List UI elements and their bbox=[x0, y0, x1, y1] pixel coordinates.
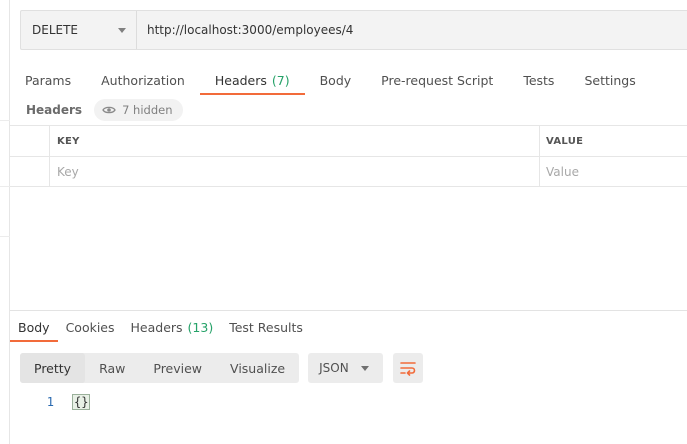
tab-label: Headers bbox=[214, 72, 267, 88]
line-number: 1 bbox=[46, 395, 54, 409]
tab-body[interactable]: Body bbox=[305, 66, 367, 94]
tab-label: Params bbox=[25, 72, 72, 88]
view-preview-button[interactable]: Preview bbox=[139, 353, 216, 383]
tab-label: Pre-request Script bbox=[381, 72, 494, 88]
button-label: Visualize bbox=[230, 360, 286, 376]
headers-table: KEY VALUE Key Value bbox=[10, 125, 687, 187]
tab-settings[interactable]: Settings bbox=[569, 66, 650, 94]
gutter-line bbox=[0, 120, 10, 121]
response-json-content: {} bbox=[71, 394, 91, 410]
table-row: Key Value bbox=[10, 156, 687, 187]
left-gutter bbox=[0, 0, 10, 444]
column-label: KEY bbox=[57, 135, 80, 147]
key-placeholder: Key bbox=[57, 164, 79, 179]
gutter-line bbox=[0, 236, 10, 237]
value-placeholder: Value bbox=[546, 164, 579, 179]
headers-title-row: Headers 7 hidden bbox=[26, 98, 183, 122]
response-view-toolbar: Pretty Raw Preview Visualize JSON bbox=[20, 353, 424, 383]
tab-headers[interactable]: Headers (7) bbox=[199, 66, 305, 95]
value-input[interactable]: Value bbox=[540, 157, 687, 186]
button-label: Pretty bbox=[34, 360, 72, 376]
tab-response-body[interactable]: Body bbox=[10, 314, 58, 342]
view-mode-group: Pretty Raw Preview Visualize bbox=[20, 353, 300, 383]
tab-label: Body bbox=[319, 72, 352, 88]
gutter-line bbox=[0, 186, 10, 187]
wrap-lines-icon bbox=[400, 362, 416, 376]
tab-label: Settings bbox=[584, 72, 636, 88]
url-input[interactable]: http://localhost:3000/employees/4 bbox=[137, 11, 687, 49]
key-column-header: KEY bbox=[50, 126, 540, 156]
checkbox-column bbox=[10, 126, 50, 156]
response-tabs: Body Cookies Headers (13) Test Results bbox=[10, 314, 311, 342]
chevron-down-icon bbox=[361, 366, 370, 371]
tab-count-badge: (7) bbox=[271, 72, 290, 88]
hidden-headers-label: 7 hidden bbox=[122, 103, 173, 117]
tab-response-cookies[interactable]: Cookies bbox=[58, 314, 123, 340]
response-body-editor[interactable]: 1 {} bbox=[30, 393, 91, 411]
tab-test-results[interactable]: Test Results bbox=[221, 314, 311, 340]
key-input[interactable]: Key bbox=[50, 157, 540, 186]
tab-authorization[interactable]: Authorization bbox=[86, 66, 200, 94]
view-pretty-button[interactable]: Pretty bbox=[20, 353, 86, 383]
wrap-lines-button[interactable] bbox=[393, 353, 424, 383]
url-text: http://localhost:3000/employees/4 bbox=[147, 23, 354, 37]
response-divider[interactable] bbox=[10, 310, 687, 311]
chevron-down-icon bbox=[118, 28, 126, 33]
format-label: JSON bbox=[319, 361, 349, 375]
tab-params[interactable]: Params bbox=[10, 66, 86, 94]
table-header-row: KEY VALUE bbox=[10, 125, 687, 156]
method-select[interactable]: DELETE bbox=[21, 11, 137, 49]
eye-icon bbox=[102, 106, 116, 114]
value-column-header: VALUE bbox=[540, 126, 687, 156]
button-label: Raw bbox=[99, 360, 126, 376]
tab-pre-request-script[interactable]: Pre-request Script bbox=[366, 66, 508, 94]
tab-label: Authorization bbox=[101, 72, 185, 88]
method-label: DELETE bbox=[32, 23, 79, 37]
tab-label: Headers bbox=[130, 319, 183, 335]
view-raw-button[interactable]: Raw bbox=[85, 353, 139, 383]
format-select[interactable]: JSON bbox=[308, 353, 384, 383]
view-visualize-button[interactable]: Visualize bbox=[216, 353, 299, 383]
hidden-headers-toggle[interactable]: 7 hidden bbox=[94, 99, 183, 121]
request-tabs: Params Authorization Headers (7) Body Pr… bbox=[10, 66, 651, 95]
tab-tests[interactable]: Tests bbox=[508, 66, 569, 94]
button-label: Preview bbox=[153, 360, 203, 376]
tab-response-headers[interactable]: Headers (13) bbox=[123, 314, 222, 340]
tab-count-badge: (13) bbox=[187, 319, 214, 335]
request-bar: DELETE http://localhost:3000/employees/4 bbox=[20, 10, 687, 50]
tab-label: Cookies bbox=[65, 319, 115, 335]
tab-label: Body bbox=[18, 319, 50, 335]
tab-label: Tests bbox=[523, 72, 555, 88]
headers-section-title: Headers bbox=[26, 103, 83, 117]
column-label: VALUE bbox=[546, 135, 584, 147]
tab-label: Test Results bbox=[229, 319, 303, 335]
row-checkbox-cell bbox=[10, 157, 50, 186]
